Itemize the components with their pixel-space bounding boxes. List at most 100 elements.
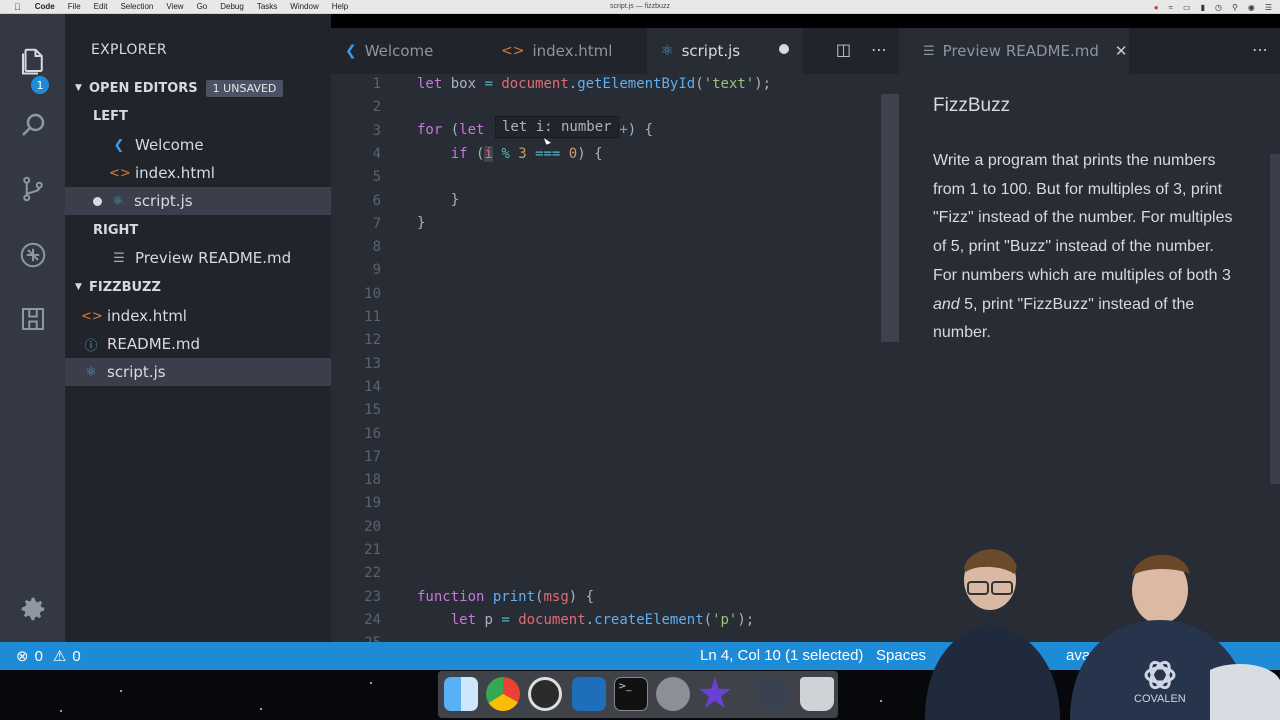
problems-indicator[interactable]: ⊗ 0 ⚠ 0 — [16, 647, 81, 666]
explorer-sidebar: EXPLORER ▼ OPEN EDITORS 1 UNSAVED LEFT ❮… — [65, 14, 331, 642]
editor-scrollbar[interactable] — [881, 94, 899, 342]
notification-center-icon[interactable]: ☰ — [1265, 3, 1272, 12]
info-file-icon: ⓘ — [84, 338, 98, 354]
chrome-icon[interactable] — [486, 677, 520, 711]
preview-scrollbar[interactable] — [1270, 154, 1280, 484]
finder-icon[interactable] — [444, 677, 478, 711]
document-icon[interactable] — [756, 677, 790, 711]
clock-icon[interactable]: ◷ — [1215, 3, 1222, 12]
tab-welcome[interactable]: ❮ Welcome — [331, 28, 487, 74]
group-right-label: RIGHT — [93, 222, 139, 238]
source-control-icon[interactable] — [0, 164, 65, 214]
html-file-icon: <> — [81, 308, 103, 324]
menu-window[interactable]: Window — [290, 2, 318, 11]
trash-icon[interactable] — [800, 677, 834, 711]
line-number: 16 — [364, 425, 381, 442]
hover-tooltip: let i: number — [495, 116, 619, 138]
menu-help[interactable]: Help — [332, 2, 348, 11]
tab-label: script.js — [681, 42, 741, 60]
group-right-header: RIGHT — [65, 216, 331, 244]
tab-label: Welcome — [364, 42, 434, 60]
tab-preview-readme[interactable]: ☰ Preview README.md ✕ — [899, 28, 1129, 74]
collapse-triangle-icon: ▼ — [75, 282, 82, 292]
tab-index-html[interactable]: <> index.html — [487, 28, 647, 74]
display-icon[interactable]: ▭ — [1183, 3, 1191, 12]
line-number: 20 — [364, 518, 381, 535]
vscode-dock-icon[interactable] — [572, 677, 606, 711]
more-actions-icon[interactable]: ⋯ — [1252, 40, 1268, 59]
paragraph-text: 5, print "FizzBuzz" instead of the numbe… — [933, 295, 1195, 342]
code-editor[interactable]: 1234567891011121314151617181920212223242… — [331, 74, 899, 642]
unsaved-dot-icon[interactable] — [93, 196, 102, 206]
line-number: 5 — [372, 169, 381, 186]
dock: >_ — [438, 671, 838, 718]
group-left-header: LEFT — [65, 102, 331, 130]
line-number: 23 — [364, 588, 381, 605]
preview-list-icon: ☰ — [923, 43, 935, 59]
wifi-icon[interactable]: ≈ — [1169, 3, 1173, 12]
line-number: 24 — [364, 611, 381, 628]
menu-debug[interactable]: Debug — [220, 2, 244, 11]
open-editor-index-html[interactable]: <> index.html — [65, 159, 331, 187]
close-tab-icon[interactable]: ✕ — [1115, 42, 1128, 60]
paragraph-text: Write a program that prints the numbers … — [933, 152, 1233, 284]
editor-tabs: ❮ Welcome <> index.html ⚛ script.js ◫ ⋯ — [331, 28, 899, 74]
apple-icon[interactable]:  — [14, 2, 21, 12]
menu-code[interactable]: Code — [35, 2, 55, 11]
battery-icon[interactable]: ▮ — [1201, 3, 1205, 12]
menu-view[interactable]: View — [166, 2, 183, 11]
line-number: 21 — [364, 542, 381, 558]
cursor-position[interactable]: Ln 4, Col 10 (1 selected) — [700, 647, 863, 664]
vscode-icon: ❮ — [113, 137, 125, 153]
extensions-icon[interactable] — [0, 294, 65, 344]
debug-icon[interactable] — [0, 230, 65, 280]
menu-selection[interactable]: Selection — [120, 2, 153, 11]
menu-file[interactable]: File — [68, 2, 81, 11]
mac-menubar:  Code File Edit Selection View Go Debug… — [0, 0, 1280, 14]
preview-heading: FizzBuzz — [933, 95, 1011, 116]
open-editors-header[interactable]: ▼ OPEN EDITORS 1 UNSAVED — [65, 74, 331, 102]
line-number: 6 — [372, 192, 381, 209]
line-number: 14 — [364, 378, 381, 395]
collapse-triangle-icon: ▼ — [75, 83, 82, 93]
file-readme-md[interactable]: ⓘ README.md — [65, 330, 331, 358]
menu-edit[interactable]: Edit — [94, 2, 108, 11]
spotlight-icon[interactable]: ⚲ — [1232, 3, 1238, 12]
terminal-icon[interactable]: >_ — [614, 677, 648, 711]
tab-script-js[interactable]: ⚛ script.js — [647, 28, 803, 74]
open-editor-welcome[interactable]: ❮ Welcome — [65, 131, 331, 159]
line-number: 19 — [364, 495, 381, 512]
menu-tasks[interactable]: Tasks — [257, 2, 277, 11]
menubar-status-icons: ● ≈ ▭ ▮ ◷ ⚲ ◉ ☰ — [1154, 0, 1272, 14]
menu-go[interactable]: Go — [197, 2, 208, 11]
preview-tabs: ☰ Preview README.md ✕ ⋯ — [899, 28, 1280, 74]
line-number: 25 — [331, 635, 381, 642]
react-file-icon: ⚛ — [661, 43, 674, 59]
file-index-html[interactable]: <> index.html — [65, 302, 331, 330]
record-icon[interactable]: ● — [1154, 3, 1159, 12]
imovie-star-icon[interactable] — [698, 677, 732, 708]
split-editor-icon[interactable]: ◫ — [836, 40, 851, 59]
more-actions-icon[interactable]: ⋯ — [871, 40, 887, 59]
file-script-js[interactable]: ⚛ script.js — [65, 358, 331, 386]
line-number: 13 — [364, 355, 381, 372]
line-number: 8 — [372, 239, 381, 256]
system-preferences-icon[interactable] — [656, 677, 690, 711]
webcam-overlay: COVALEN — [920, 540, 1280, 720]
unsaved-dot-icon[interactable] — [779, 44, 789, 54]
settings-gear-icon[interactable] — [0, 584, 65, 634]
shirt-logo-text: COVALEN — [1134, 693, 1186, 705]
folder-fizzbuzz-header[interactable]: ▼ FIZZBUZZ — [65, 273, 331, 301]
indentation-setting[interactable]: Spaces — [876, 647, 926, 664]
activity-bar: 1 — [0, 14, 65, 642]
obs-icon[interactable] — [528, 677, 562, 711]
open-editor-script-js[interactable]: ⚛ script.js — [65, 187, 331, 215]
search-icon[interactable] — [0, 100, 65, 150]
code-line: } — [417, 192, 460, 208]
editor-actions: ◫ ⋯ — [836, 40, 887, 59]
open-editor-preview-readme[interactable]: ☰ Preview README.md — [65, 244, 331, 272]
siri-icon[interactable]: ◉ — [1248, 3, 1255, 12]
line-number: 3 — [372, 122, 381, 139]
tab-label: index.html — [532, 42, 613, 60]
paragraph-emphasis: and — [933, 295, 960, 313]
